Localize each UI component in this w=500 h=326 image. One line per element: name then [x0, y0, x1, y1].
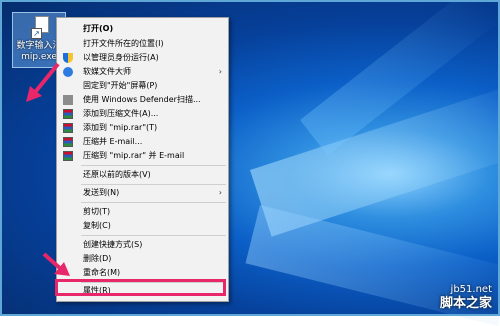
windows-defender-icon: [63, 95, 73, 105]
annotation-arrow-icon: [26, 62, 60, 102]
menu-item-compress-mip-email[interactable]: 压缩到 "mip.rar" 并 E-mail: [57, 149, 228, 163]
menu-item-ruanmei[interactable]: 软媒文件大师 ›: [57, 65, 228, 79]
menu-item-compress-email[interactable]: 压缩并 E-mail...: [57, 135, 228, 149]
menu-item-create-shortcut[interactable]: 创建快捷方式(S): [57, 238, 228, 252]
winrar-icon: [63, 137, 73, 147]
menu-item-copy[interactable]: 复制(C): [57, 219, 228, 233]
menu-item-delete[interactable]: 删除(D): [57, 252, 228, 266]
watermark: jb51.net 脚本之家: [439, 284, 492, 311]
winrar-icon: [63, 123, 73, 133]
ruanmei-icon: [63, 67, 73, 77]
menu-separator: [81, 184, 226, 185]
properties-highlight-box: [55, 279, 226, 296]
winrar-icon: [63, 109, 73, 119]
shortcut-arrow-icon: ↗: [31, 28, 42, 39]
menu-item-send-to[interactable]: 发送到(N) ›: [57, 186, 228, 200]
menu-item-pin-start[interactable]: 固定到"开始"屏幕(P): [57, 79, 228, 93]
winrar-icon: [63, 151, 73, 161]
menu-item-run-as-admin[interactable]: 以管理员身份运行(A): [57, 51, 228, 65]
menu-item-open[interactable]: 打开(O): [57, 22, 228, 36]
menu-item-add-archive[interactable]: 添加到压缩文件(A)...: [57, 107, 228, 121]
menu-item-defender-scan[interactable]: 使用 Windows Defender扫描...: [57, 93, 228, 107]
menu-item-cut[interactable]: 剪切(T): [57, 205, 228, 219]
menu-item-rename[interactable]: 重命名(M): [57, 266, 228, 280]
submenu-arrow-icon: ›: [218, 188, 222, 197]
uac-shield-icon: [63, 53, 73, 63]
submenu-arrow-icon: ›: [218, 67, 222, 76]
menu-item-restore-versions[interactable]: 还原以前的版本(V): [57, 168, 228, 182]
menu-item-open-location[interactable]: 打开文件所在的位置(I): [57, 37, 228, 51]
menu-separator: [81, 202, 226, 203]
annotation-arrow-icon: [42, 252, 70, 276]
context-menu: 打开(O) 打开文件所在的位置(I) 以管理员身份运行(A) 软媒文件大师 › …: [56, 17, 229, 302]
menu-separator: [81, 235, 226, 236]
menu-separator: [81, 165, 226, 166]
menu-item-add-mip-rar[interactable]: 添加到 "mip.rar"(T): [57, 121, 228, 135]
